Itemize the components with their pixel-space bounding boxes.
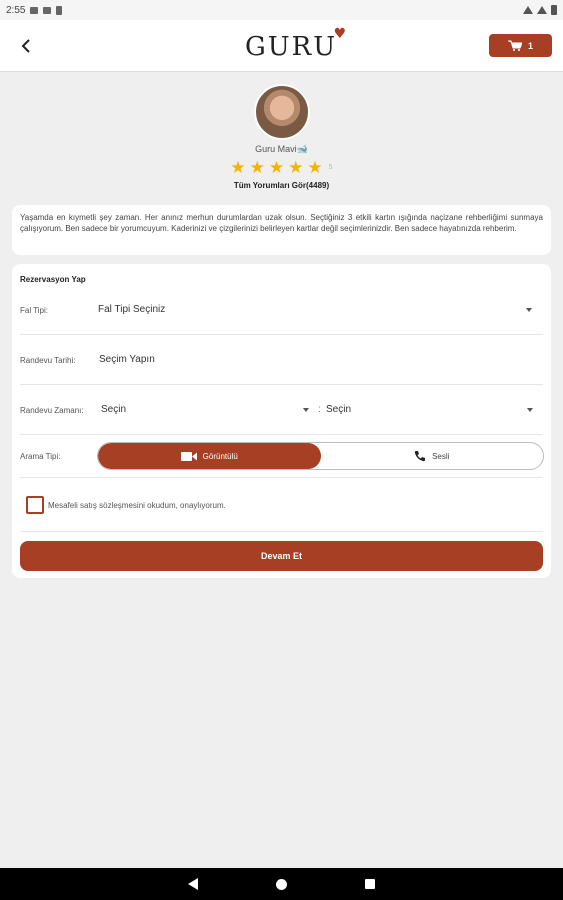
cart-icon [507, 40, 522, 51]
avatar [253, 84, 310, 140]
dropdown-caret-icon [527, 408, 533, 412]
app-bar: GURU ♥ 1 [0, 20, 563, 72]
voice-call-option[interactable]: Sesli [321, 443, 544, 469]
storage-icon [56, 5, 63, 15]
system-nav-bar [0, 868, 563, 900]
cart-count: 1 [527, 40, 533, 51]
back-button[interactable] [14, 34, 38, 58]
fal-tipi-value: Fal Tipi Seçiniz [98, 304, 166, 315]
star-icon: ★ [249, 158, 265, 177]
chevron-left-icon [21, 39, 30, 53]
voice-call-label: Sesli [432, 451, 450, 461]
star-icon: ★ [230, 158, 246, 177]
continue-button[interactable]: Devam Et [20, 541, 543, 571]
all-reviews-link[interactable]: Tüm Yorumları Gör(4489) [0, 181, 563, 190]
star-icon: ★ [268, 158, 285, 177]
nav-recents-icon[interactable] [365, 879, 375, 889]
status-bar: 2:55 [0, 0, 563, 20]
logo-text: GURU [245, 32, 338, 62]
rating-stars: ★ ★ ★ ★ ★ 5 [0, 159, 563, 176]
battery-icon [551, 5, 557, 15]
divider [20, 434, 543, 435]
wifi-icon [523, 6, 533, 14]
divider [20, 384, 543, 385]
phone-icon [414, 451, 426, 462]
date-value: Seçim Yapın [99, 354, 155, 365]
profile-section: Guru Mavi🐋 ★ ★ ★ ★ ★ 5 Tüm Yorumları Gör… [0, 84, 563, 190]
divider [20, 531, 543, 532]
date-picker-field[interactable]: Seçim Yapın [97, 350, 537, 370]
agreement-checkbox[interactable] [26, 496, 44, 514]
arama-tipi-label: Arama Tipi: [20, 452, 61, 461]
app-logo: GURU ♥ [245, 26, 346, 62]
heart-icon: ♥ [333, 26, 349, 42]
randevu-tarihi-label: Randevu Tarihi: [20, 356, 76, 365]
star-icon: ★ [288, 158, 304, 177]
time-separator: : [318, 404, 321, 415]
randevu-zamani-label: Randevu Zamanı: [20, 406, 84, 415]
star-icon: ★ [307, 158, 323, 177]
dropdown-caret-icon [526, 308, 532, 312]
dropdown-caret-icon [303, 408, 309, 412]
reservation-form: Rezervasyon Yap Fal Tipi: Fal Tipi Seçin… [12, 264, 551, 578]
profile-name: Guru Mavi🐋 [255, 144, 308, 154]
video-call-option[interactable]: Görüntülü [98, 443, 321, 469]
video-call-label: Görüntülü [202, 451, 238, 461]
end-time-select[interactable]: Seçin [326, 400, 538, 420]
nav-home-icon[interactable] [276, 878, 287, 890]
divider [20, 334, 543, 335]
video-camera-icon [180, 451, 197, 461]
rating-value: 5 [328, 164, 333, 171]
start-time-value: Seçin [101, 404, 127, 415]
cart-button[interactable]: 1 [489, 34, 552, 57]
description-text: Yaşamda en kıymetli şey zaman. Her anını… [20, 213, 543, 233]
end-time-value: Seçin [326, 404, 352, 415]
fal-tipi-select[interactable]: Fal Tipi Seçiniz [97, 300, 537, 320]
agreement-label[interactable]: Mesafeli satış sözleşmesini okudum, onay… [48, 501, 226, 510]
notification-icon [30, 6, 39, 14]
status-time: 2:55 [6, 4, 26, 16]
sim-icon [43, 6, 52, 14]
fal-tipi-label: Fal Tipi: [20, 306, 49, 315]
signal-icon [537, 6, 547, 14]
call-type-toggle: Görüntülü Sesli [97, 442, 544, 470]
nav-back-icon[interactable] [188, 878, 198, 890]
description-card: Yaşamda en kıymetli şey zaman. Her anını… [12, 205, 551, 255]
start-time-select[interactable]: Seçin [100, 400, 312, 420]
form-title: Rezervasyon Yap [20, 275, 86, 284]
divider [20, 477, 543, 478]
